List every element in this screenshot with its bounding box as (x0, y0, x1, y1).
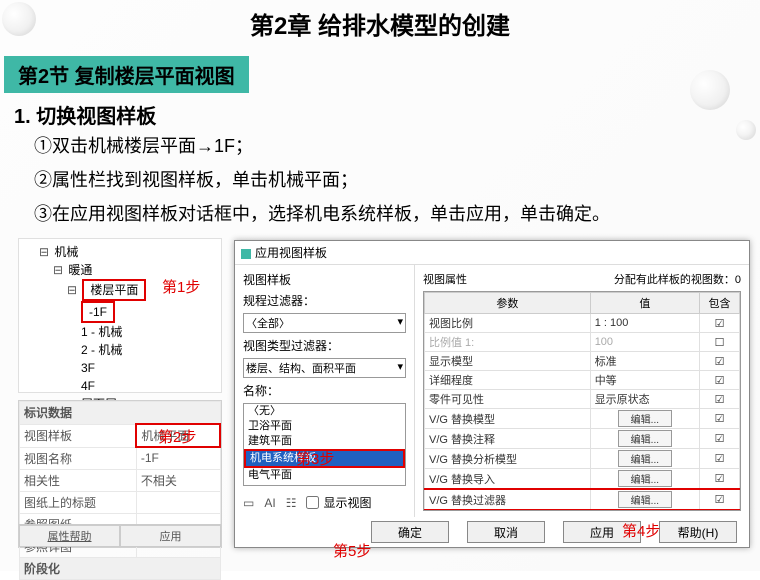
show-views-checkbox[interactable]: 显示视图 (306, 494, 371, 511)
properties-help-button[interactable]: 属性帮助 (19, 525, 120, 547)
dialog-titlebar: 应用视图样板 (235, 241, 749, 265)
discipline-filter-label: 规程过滤器： (243, 292, 406, 309)
tree-leaf[interactable]: 3F (81, 359, 215, 377)
group-label: 视图样板 (243, 271, 406, 288)
discipline-filter-select[interactable]: 〈全部〉 ▾ (243, 313, 406, 333)
collapse-icon[interactable]: ⊟ (67, 283, 77, 297)
template-listbox[interactable]: 〈无〉卫浴平面建筑平面机电系统样板电气平面 (243, 403, 406, 486)
heading-1: 1. 切换视图样板 (14, 100, 156, 129)
view-tree[interactable]: ⊟ 机械 ⊟ 暖通 ⊟ 楼层平面 -1F1 - 机械2 - 机械3F4F屋面层 (18, 238, 222, 393)
chevron-down-icon: ▾ (397, 315, 403, 328)
tree-node[interactable]: 暖通 (68, 263, 92, 277)
chevron-down-icon: ▾ (397, 360, 403, 373)
name-label: 名称： (243, 382, 406, 399)
step-3-label: 第3步 (296, 448, 334, 469)
list-item[interactable]: 〈无〉 (244, 404, 405, 419)
cancel-button[interactable]: 取消 (467, 521, 545, 543)
viewtype-filter-label: 视图类型过滤器： (243, 337, 406, 354)
tree-leaf[interactable]: 1 - 机械 (81, 323, 215, 341)
ai-icon[interactable]: AI (264, 496, 275, 510)
chapter-title: 第2章 给排水模型的创建 (0, 6, 760, 41)
step-5-label: 第5步 (333, 540, 371, 561)
app-icon (241, 249, 251, 259)
view-properties-table[interactable]: 参数值包含视图比例1 : 100☑比例值 1:100☐显示模型标准☑详细程度中等… (423, 291, 741, 511)
prop-icon[interactable]: ☷ (286, 496, 297, 510)
list-item[interactable]: 建筑平面 (244, 434, 405, 449)
step-4-label: 第4步 (622, 520, 660, 541)
instruction-3: ③在应用视图样板对话框中，选择机电系统样板，单击应用，单击确定。 (34, 200, 610, 226)
view-props-label: 视图属性 (423, 271, 467, 287)
tree-root[interactable]: 机械 (54, 245, 78, 259)
step-1-label: 第1步 (162, 276, 200, 297)
properties-apply-button[interactable]: 应用 (120, 525, 221, 547)
tree-leaf[interactable]: 2 - 机械 (81, 341, 215, 359)
help-button[interactable]: 帮助(H) (659, 521, 737, 543)
tree-leaf[interactable]: -1F (81, 301, 215, 323)
assigned-count: 分配有此样板的视图数：0 (614, 271, 741, 287)
step-2-label: 第2步 (158, 426, 196, 447)
instruction-1: ①双击机械楼层平面→1F； (34, 132, 253, 158)
viewtype-filter-select[interactable]: 楼层、结构、面积平面 ▾ (243, 358, 406, 378)
collapse-icon[interactable]: ⊟ (53, 263, 63, 277)
ok-button[interactable]: 确定 (371, 521, 449, 543)
list-item[interactable]: 卫浴平面 (244, 419, 405, 434)
doc-icon[interactable]: ▭ (243, 496, 254, 510)
list-item[interactable]: 电气平面 (244, 468, 405, 483)
instruction-2: ②属性栏找到视图样板，单击机械平面； (34, 166, 358, 192)
section-title: 第2节 复制楼层平面视图 (4, 56, 249, 93)
properties-panel: 标识数据视图样板机械平面视图名称-1F相关性不相关图纸上的标题参照图纸参照详图阶… (18, 400, 222, 548)
collapse-icon[interactable]: ⊟ (39, 245, 49, 259)
tree-leaf[interactable]: 4F (81, 377, 215, 395)
apply-view-template-dialog: 应用视图样板 视图样板 规程过滤器： 〈全部〉 ▾ 视图类型过滤器： 楼层、结构… (234, 240, 750, 548)
tree-node-floorplan[interactable]: 楼层平面 (82, 279, 146, 301)
